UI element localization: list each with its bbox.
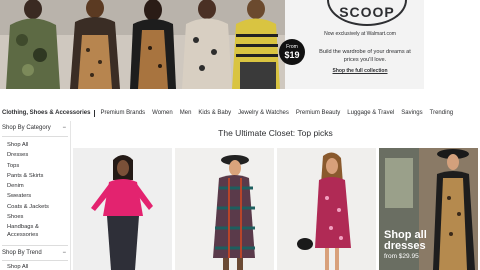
- sidebar-border: [70, 121, 71, 270]
- shop-by-trend-heading[interactable]: Shop By Trend −: [2, 250, 68, 256]
- handbags-line-2: Accessories: [7, 231, 39, 238]
- product-card[interactable]: [175, 148, 274, 270]
- section-title: The Ultimate Closet: Top picks: [218, 128, 333, 138]
- trend-item-shop-all[interactable]: Shop All: [7, 264, 28, 270]
- nav-item-savings[interactable]: Savings: [401, 110, 422, 116]
- nav-item-jewelry-watches[interactable]: Jewelry & Watches: [238, 110, 289, 116]
- badge-price: $19: [284, 49, 300, 60]
- hero-description: Build the wardrobe of your dreams at pri…: [319, 49, 411, 63]
- product-card[interactable]: [277, 148, 376, 270]
- nav-item-trending[interactable]: Trending: [430, 110, 453, 116]
- promo-line-2: dresses: [384, 240, 426, 252]
- product-image-floral-dress: [277, 148, 376, 270]
- hero-photo: [0, 0, 285, 89]
- sidebar-item-denim[interactable]: Denim: [7, 181, 49, 191]
- product-image-plaid-dress: [175, 148, 274, 270]
- shop-by-category-heading[interactable]: Shop By Category −: [2, 125, 68, 131]
- promo-text: Shop all dresses from $29.95: [384, 230, 427, 261]
- product-image-pink-blouse: [73, 148, 172, 270]
- nav-item-kids-baby[interactable]: Kids & Baby: [198, 110, 231, 116]
- sidebar-item-coats-jackets[interactable]: Coats & Jackets: [7, 202, 49, 212]
- sidebar-divider: [2, 245, 68, 246]
- exclusive-text: Now exclusively at Walmart.com: [324, 31, 396, 37]
- nav-item-premium-beauty[interactable]: Premium Beauty: [296, 110, 340, 116]
- category-nav: Clothing, Shoes & Accessories Premium Br…: [0, 107, 480, 119]
- nav-item-clothing[interactable]: Clothing, Shoes & Accessories: [2, 110, 90, 116]
- sidebar-item-pants-skirts[interactable]: Pants & Skirts: [7, 171, 49, 181]
- nav-divider: [94, 109, 96, 117]
- price-badge: From $19: [279, 39, 305, 65]
- nav-item-luggage-travel[interactable]: Luggage & Travel: [347, 110, 394, 116]
- sidebar-divider: [2, 136, 68, 137]
- sidebar-item-tops[interactable]: Tops: [7, 161, 49, 171]
- hero-models-image: [0, 0, 285, 89]
- collapse-icon[interactable]: −: [62, 250, 66, 256]
- sidebar-item-sweaters[interactable]: Sweaters: [7, 191, 49, 201]
- promo-price: from $29.95: [384, 253, 419, 260]
- sidebar-item-handbags[interactable]: Handbags & Accessories: [7, 224, 49, 239]
- nav-item-men[interactable]: Men: [180, 110, 192, 116]
- handbags-line-1: Handbags &: [7, 224, 39, 231]
- nav-item-premium-brands[interactable]: Premium Brands: [100, 110, 145, 116]
- product-card[interactable]: [73, 148, 172, 270]
- collapse-icon[interactable]: −: [62, 125, 66, 131]
- trend-heading-label: Shop By Trend: [2, 250, 42, 256]
- nav-item-women[interactable]: Women: [152, 110, 173, 116]
- category-heading-label: Shop By Category: [2, 125, 51, 131]
- sidebar-item-shop-all[interactable]: Shop All: [7, 140, 49, 150]
- sidebar-divider: [2, 260, 68, 261]
- category-list: Shop All Dresses Tops Pants & Skirts Den…: [7, 140, 49, 239]
- sidebar-item-dresses[interactable]: Dresses: [7, 150, 49, 160]
- sidebar-item-shoes[interactable]: Shoes: [7, 212, 49, 222]
- shop-collection-link[interactable]: Shop the full collection: [305, 68, 415, 74]
